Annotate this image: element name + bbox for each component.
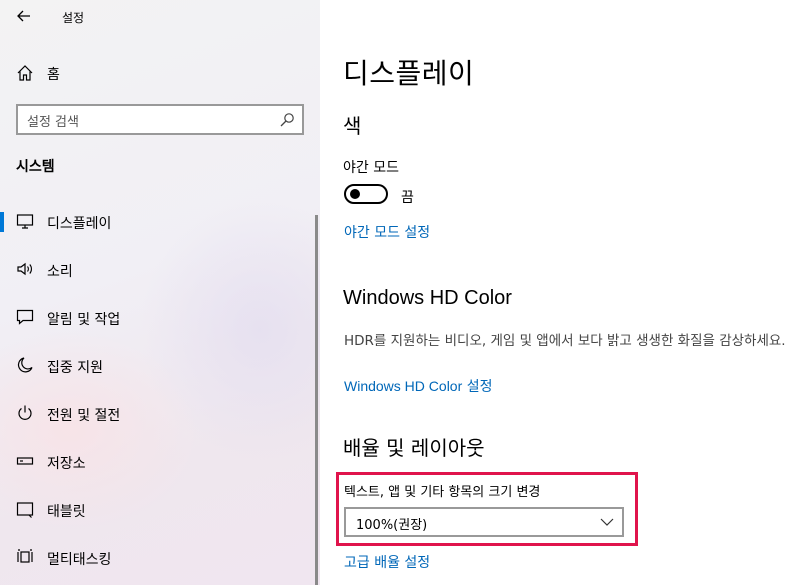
active-indicator	[0, 212, 4, 232]
sidebar: 설정 홈 설정 검색 시스템 디스플레이 소리 알림 및 작업 집중 지원 전원…	[0, 0, 320, 585]
notification-icon	[16, 309, 34, 325]
hd-color-heading: Windows HD Color	[343, 287, 512, 309]
search-placeholder: 설정 검색	[27, 115, 79, 130]
sidebar-item-label: 디스플레이	[47, 216, 112, 232]
chevron-down-icon	[600, 518, 614, 526]
scale-dropdown[interactable]: 100%(권장)	[344, 507, 624, 537]
sidebar-item-sound[interactable]: 소리	[0, 248, 316, 292]
sidebar-item-power-sleep[interactable]: 전원 및 절전	[0, 392, 316, 436]
toggle-state-label: 끔	[401, 190, 414, 206]
power-icon	[18, 405, 32, 420]
search-input[interactable]: 설정 검색	[16, 104, 304, 135]
back-arrow-icon	[17, 10, 30, 22]
title-bar: 설정	[0, 0, 320, 34]
hd-color-description: HDR를 지원하는 비디오, 게임 및 앱에서 보다 밝고 생생한 화질을 감상…	[344, 333, 786, 349]
home-icon	[17, 65, 33, 81]
sidebar-item-label: 홈	[47, 67, 60, 83]
sidebar-item-multitasking[interactable]: 멀티태스킹	[0, 536, 316, 580]
sidebar-item-label: 집중 지원	[47, 360, 103, 376]
sidebar-item-label: 소리	[47, 264, 73, 280]
hd-color-link-text: Windows HD Color	[344, 378, 463, 394]
sidebar-item-home[interactable]: 홈	[0, 56, 320, 90]
sidebar-item-storage[interactable]: 저장소	[0, 440, 316, 484]
advanced-scaling-link[interactable]: 고급 배율 설정	[344, 552, 430, 572]
back-button[interactable]	[8, 2, 40, 30]
app-title: 설정	[62, 11, 85, 25]
color-section-heading: 색	[343, 114, 362, 138]
sidebar-item-label: 태블릿	[47, 504, 86, 520]
night-light-toggle[interactable]	[344, 184, 388, 204]
tablet-icon	[16, 502, 34, 518]
scale-dropdown-value: 100%(권장)	[356, 518, 428, 533]
sidebar-item-focus-assist[interactable]: 집중 지원	[0, 344, 316, 388]
main-content: 디스플레이 색 야간 모드 끔 야간 모드 설정 Windows HD Colo…	[320, 0, 811, 585]
page-title: 디스플레이	[343, 57, 475, 90]
search-icon	[280, 113, 294, 127]
sidebar-item-notifications[interactable]: 알림 및 작업	[0, 296, 316, 340]
multitasking-icon	[17, 549, 33, 563]
night-light-settings-link[interactable]: 야간 모드 설정	[344, 222, 430, 242]
scale-label: 텍스트, 앱 및 기타 항목의 크기 변경	[344, 485, 541, 500]
scale-layout-heading: 배율 및 레이아웃	[343, 436, 485, 460]
sidebar-item-label: 알림 및 작업	[47, 312, 121, 328]
storage-icon	[16, 457, 34, 465]
sidebar-scrollbar[interactable]	[315, 215, 318, 585]
sidebar-item-label: 전원 및 절전	[47, 408, 121, 424]
toggle-knob	[350, 189, 360, 199]
section-title: 시스템	[16, 159, 55, 175]
sidebar-item-label: 멀티태스킹	[47, 552, 112, 568]
monitor-icon	[16, 214, 34, 229]
night-light-label: 야간 모드	[343, 160, 399, 176]
sidebar-item-tablet[interactable]: 태블릿	[0, 488, 316, 532]
speaker-icon	[17, 262, 32, 276]
moon-icon	[17, 357, 33, 373]
hd-color-settings-link[interactable]: Windows HD Color 설정	[344, 376, 492, 396]
sidebar-item-display[interactable]: 디스플레이	[0, 200, 316, 244]
sidebar-item-label: 저장소	[47, 456, 86, 472]
hd-color-link-suffix: 설정	[462, 379, 493, 395]
